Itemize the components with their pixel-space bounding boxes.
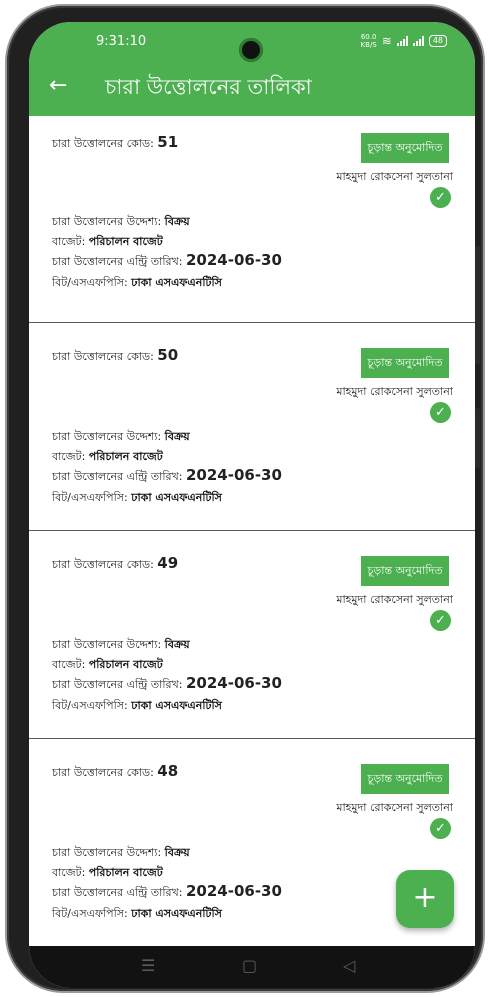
bit-row: বিট/এসএফপিসি: ঢাকা এসএফএনটিসি xyxy=(52,907,222,920)
bit-row: বিট/এসএফপিসি: ঢাকা এসএফএনটিসি xyxy=(52,699,222,712)
record-card[interactable]: চারা উত্তোলনের কোড: 51 চূড়ান্ত অনুমোদিত… xyxy=(29,116,475,323)
code-value: 50 xyxy=(157,346,179,364)
status-time: 9:31:10 xyxy=(96,34,147,49)
page-title: চারা উত্তোলনের তালিকা xyxy=(105,75,312,99)
front-camera xyxy=(239,38,263,62)
code-row: চারা উত্তোলনের কোড: 48 xyxy=(52,762,179,780)
home-icon[interactable]: ▢ xyxy=(242,956,257,975)
signal-icon xyxy=(396,36,408,46)
budget-row: বাজেট: পরিচালন বাজেট xyxy=(52,450,163,463)
check-circle-icon: ✓ xyxy=(430,402,451,423)
check-circle-icon: ✓ xyxy=(430,818,451,839)
volume-button xyxy=(475,246,480,364)
entry-date-row: চারা উত্তোলনের এন্ট্রি তারিখ: 2024-06-30 xyxy=(52,251,282,269)
screen: 9:31:10 60.0 KB/S ≋ 48 ← চারা উত্তোলনের … xyxy=(29,22,475,988)
wifi-icon: ≋ xyxy=(381,34,392,48)
code-row: চারা উত্তোলনের কোড: 50 xyxy=(52,346,179,364)
net-speed: 60.0 KB/S xyxy=(360,33,377,49)
code-row: চারা উত্তোলনের কোড: 49 xyxy=(52,554,179,572)
signal-icon-2 xyxy=(412,36,424,46)
nav-back-icon[interactable]: ◁ xyxy=(343,956,355,975)
code-value: 48 xyxy=(157,762,179,780)
status-badge: চূড়ান্ত অনুমোদিত xyxy=(361,348,449,378)
purpose-row: চারা উত্তোলনের উদ্দেশ্য: বিক্রয় xyxy=(52,846,190,859)
status-badge: চূড়ান্ত অনুমোদিত xyxy=(361,556,449,586)
budget-row: বাজেট: পরিচালন বাজেট xyxy=(52,235,163,248)
record-card[interactable]: চারা উত্তোলনের কোড: 50 চূড়ান্ত অনুমোদিত… xyxy=(29,323,475,531)
power-button xyxy=(475,408,480,468)
plus-icon: + xyxy=(412,880,438,915)
budget-row: বাজেট: পরিচালন বাজেট xyxy=(52,658,163,671)
code-value: 49 xyxy=(157,554,179,572)
status-badge: চূড়ান্ত অনুমোদিত xyxy=(361,133,449,163)
check-circle-icon: ✓ xyxy=(430,187,451,208)
approver-name: মাহমুদা রোকসেনা সুলতানা xyxy=(336,385,453,398)
code-row: চারা উত্তোলনের কোড: 51 xyxy=(52,133,179,151)
status-badge: চূড়ান্ত অনুমোদিত xyxy=(361,764,449,794)
approver-name: মাহমুদা রোকসেনা সুলতানা xyxy=(336,170,453,183)
entry-date-row: চারা উত্তোলনের এন্ট্রি তারিখ: 2024-06-30 xyxy=(52,466,282,484)
recent-apps-icon[interactable]: ☰ xyxy=(141,956,155,975)
record-card[interactable]: চারা উত্তোলনের কোড: 49 চূড়ান্ত অনুমোদিত… xyxy=(29,531,475,739)
purpose-row: চারা উত্তোলনের উদ্দেশ্য: বিক্রয় xyxy=(52,215,190,228)
battery-icon: 48 xyxy=(428,35,447,47)
purpose-row: চারা উত্তোলনের উদ্দেশ্য: বিক্রয় xyxy=(52,430,190,443)
entry-date-row: চারা উত্তোলনের এন্ট্রি তারিখ: 2024-06-30 xyxy=(52,674,282,692)
add-record-button[interactable]: + xyxy=(396,870,454,928)
code-value: 51 xyxy=(157,133,179,151)
purpose-row: চারা উত্তোলনের উদ্দেশ্য: বিক্রয় xyxy=(52,638,190,651)
system-nav-bar: ☰ ▢ ◁ xyxy=(29,946,475,988)
phone-frame: 9:31:10 60.0 KB/S ≋ 48 ← চারা উত্তোলনের … xyxy=(7,6,483,991)
budget-row: বাজেট: পরিচালন বাজেট xyxy=(52,866,163,879)
approver-name: মাহমুদা রোকসেনা সুলতানা xyxy=(336,593,453,606)
entry-date-row: চারা উত্তোলনের এন্ট্রি তারিখ: 2024-06-30 xyxy=(52,882,282,900)
back-arrow-icon[interactable]: ← xyxy=(49,73,67,99)
status-icons: 60.0 KB/S ≋ 48 xyxy=(361,33,447,49)
check-circle-icon: ✓ xyxy=(430,610,451,631)
approver-name: মাহমুদা রোকসেনা সুলতানা xyxy=(336,801,453,814)
app-bar: 9:31:10 60.0 KB/S ≋ 48 ← চারা উত্তোলনের … xyxy=(29,22,475,116)
bit-row: বিট/এসএফপিসি: ঢাকা এসএফএনটিসি xyxy=(52,491,222,504)
bit-row: বিট/এসএফপিসি: ঢাকা এসএফএনটিসি xyxy=(52,276,222,289)
record-list: চারা উত্তোলনের কোড: 51 চূড়ান্ত অনুমোদিত… xyxy=(29,116,475,947)
